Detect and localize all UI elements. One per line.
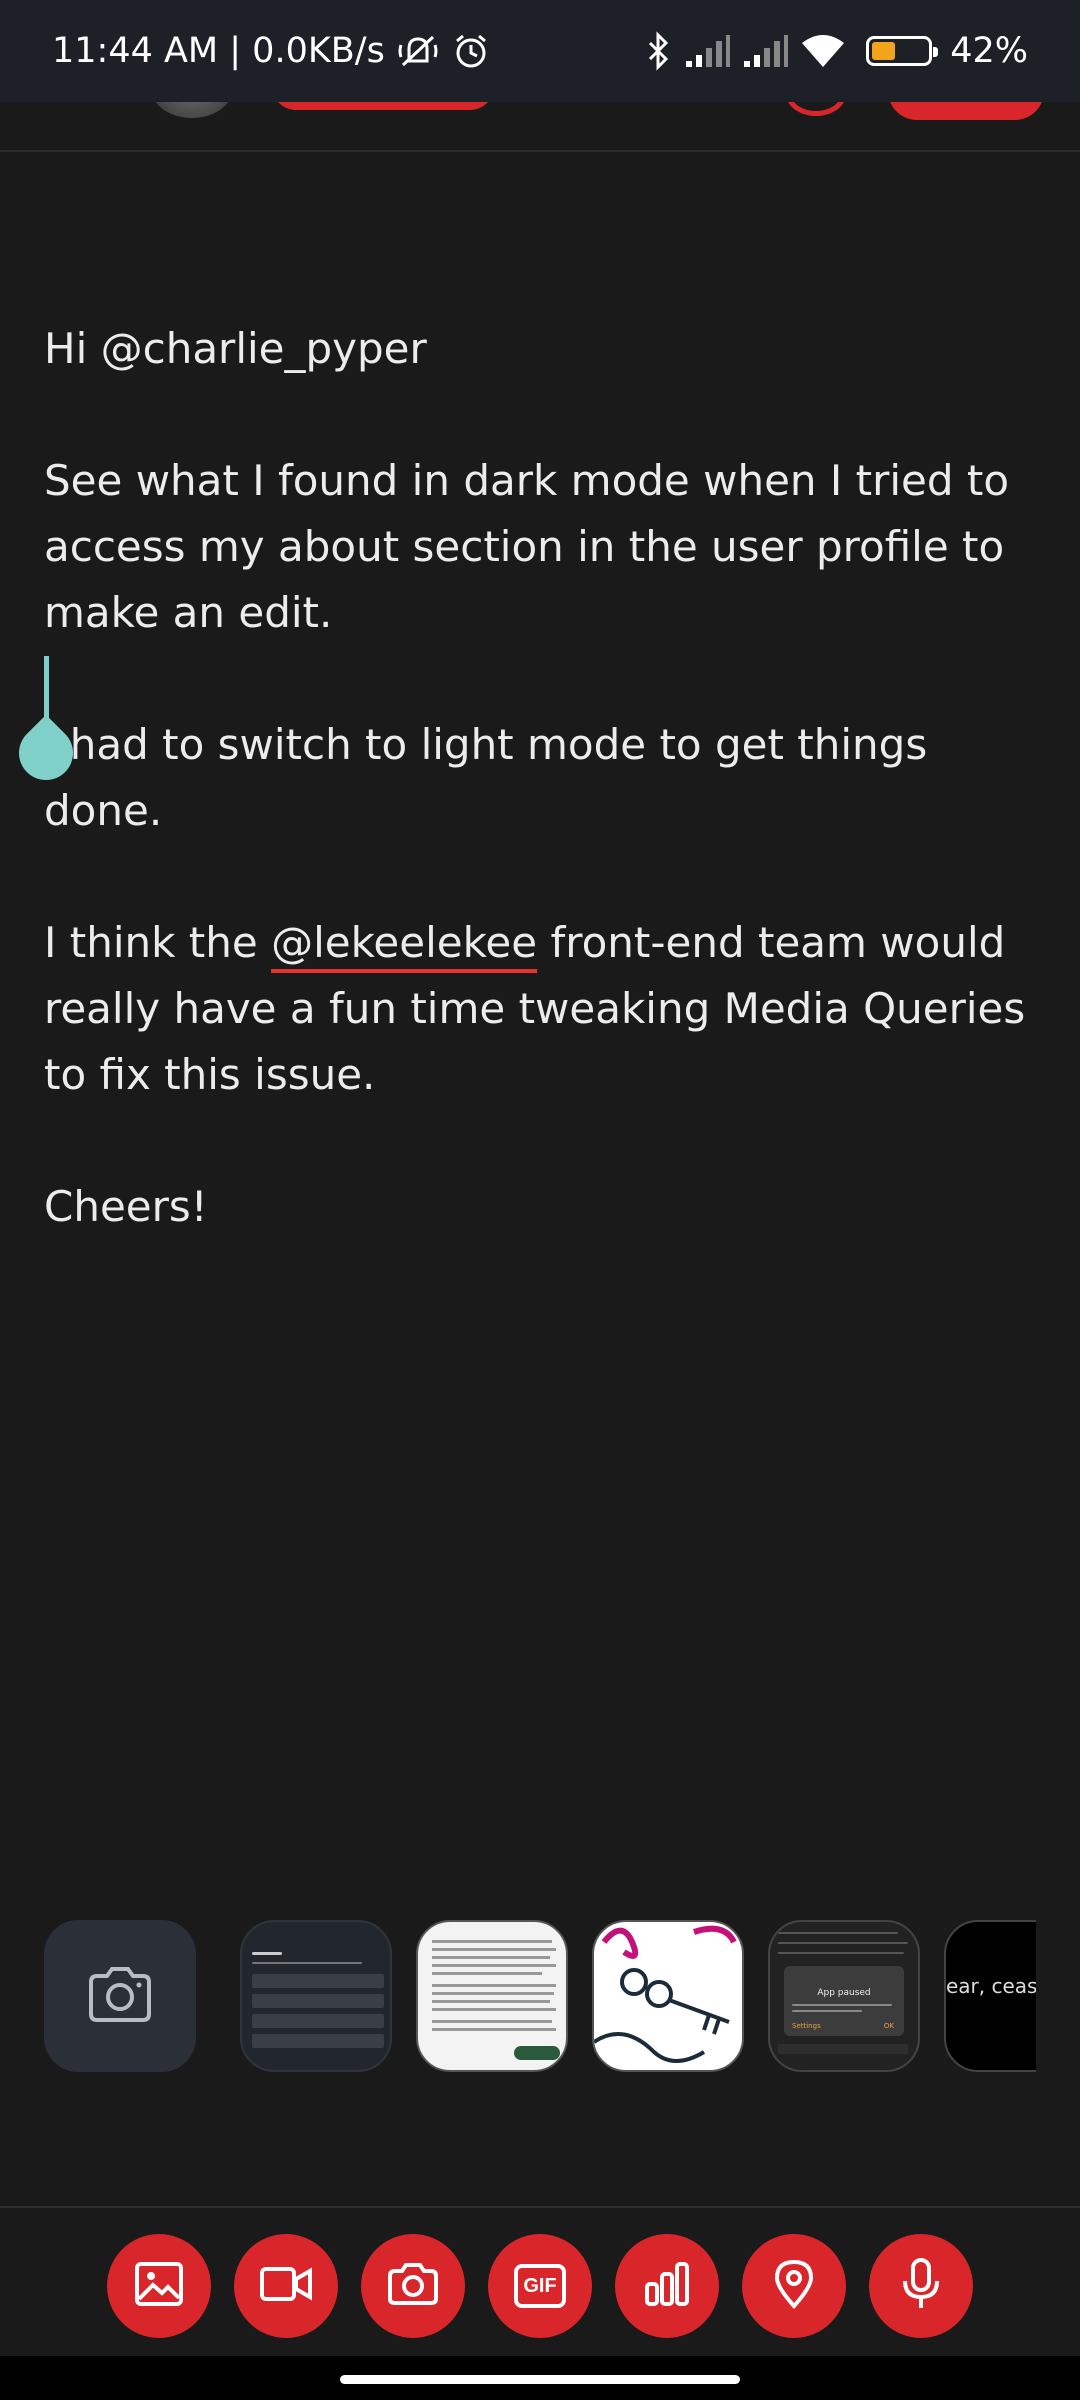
post-button[interactable] (888, 102, 1044, 120)
paragraph-2: I had to switch to light mode to get thi… (44, 720, 928, 835)
dialog-settings: Settings (792, 2022, 821, 2030)
take-photo-button[interactable] (361, 2234, 465, 2338)
video-icon (259, 2264, 313, 2308)
paragraph-1: See what I found in dark mode when I tri… (44, 456, 1010, 637)
gif-label: GIF (523, 2274, 557, 2297)
gallery-thumbnail[interactable] (416, 1920, 568, 2072)
home-indicator[interactable] (340, 2375, 740, 2384)
compose-header-partial (0, 102, 1080, 152)
open-camera-button[interactable] (44, 1920, 196, 2072)
greeting-line: Hi @charlie_pyper (44, 324, 427, 373)
media-picker-strip[interactable]: App paused Settings OK ear, ceasa (44, 1920, 1036, 2076)
closing-line: Cheers! (44, 1182, 208, 1231)
gallery-thumbnail[interactable] (240, 1920, 392, 2072)
location-icon (774, 2259, 814, 2313)
microphone-icon (901, 2257, 941, 2315)
image-icon (134, 2261, 184, 2311)
poll-icon (643, 2260, 691, 2312)
compose-text-area[interactable]: Hi @charlie_pyper See what I found in da… (44, 316, 1044, 1240)
battery-icon (866, 36, 939, 66)
audience-button[interactable] (272, 102, 494, 110)
status-time-speed: 11:44 AM | 0.0KB/s (52, 31, 385, 71)
compose-action-bar: GIF (0, 2206, 1080, 2358)
camera-icon (387, 2262, 439, 2310)
paragraph-3: I think the @lekeelekee front-end team w… (44, 910, 1044, 1108)
navigation-bar (0, 2356, 1080, 2400)
dialog-title: App paused (817, 1988, 871, 1998)
mute-alarm-icon (397, 31, 439, 71)
gallery-thumbnail[interactable] (592, 1920, 744, 2072)
add-image-button[interactable] (107, 2234, 211, 2338)
camera-icon (85, 1964, 155, 2028)
thumbnail-partial-text: ear, ceasa (946, 1974, 1036, 1998)
mention-link[interactable]: @lekeelekee (271, 918, 537, 967)
alarm-icon (451, 31, 491, 71)
paragraph-3-start: I think the (44, 918, 272, 967)
dialog-ok: OK (883, 2022, 894, 2030)
gallery-thumbnail[interactable]: ear, ceasa (944, 1920, 1036, 2072)
gallery-thumbnail[interactable]: App paused Settings OK (768, 1920, 920, 2072)
wifi-icon (800, 33, 846, 69)
signal-icon (684, 33, 731, 69)
battery-percent: 42% (950, 31, 1028, 71)
avatar[interactable] (152, 102, 232, 118)
character-count-ring (786, 102, 846, 116)
add-video-button[interactable] (234, 2234, 338, 2338)
add-poll-button[interactable] (615, 2234, 719, 2338)
bluetooth-icon (646, 31, 672, 71)
cursor-drag-handle[interactable] (7, 714, 85, 792)
gif-icon: GIF (514, 2264, 566, 2308)
text-cursor-handle[interactable] (7, 656, 85, 792)
add-gif-button[interactable]: GIF (488, 2234, 592, 2338)
add-location-button[interactable] (742, 2234, 846, 2338)
record-audio-button[interactable] (869, 2234, 973, 2338)
status-bar: 11:44 AM | 0.0KB/s 42% (0, 0, 1080, 102)
signal-icon (742, 33, 789, 69)
